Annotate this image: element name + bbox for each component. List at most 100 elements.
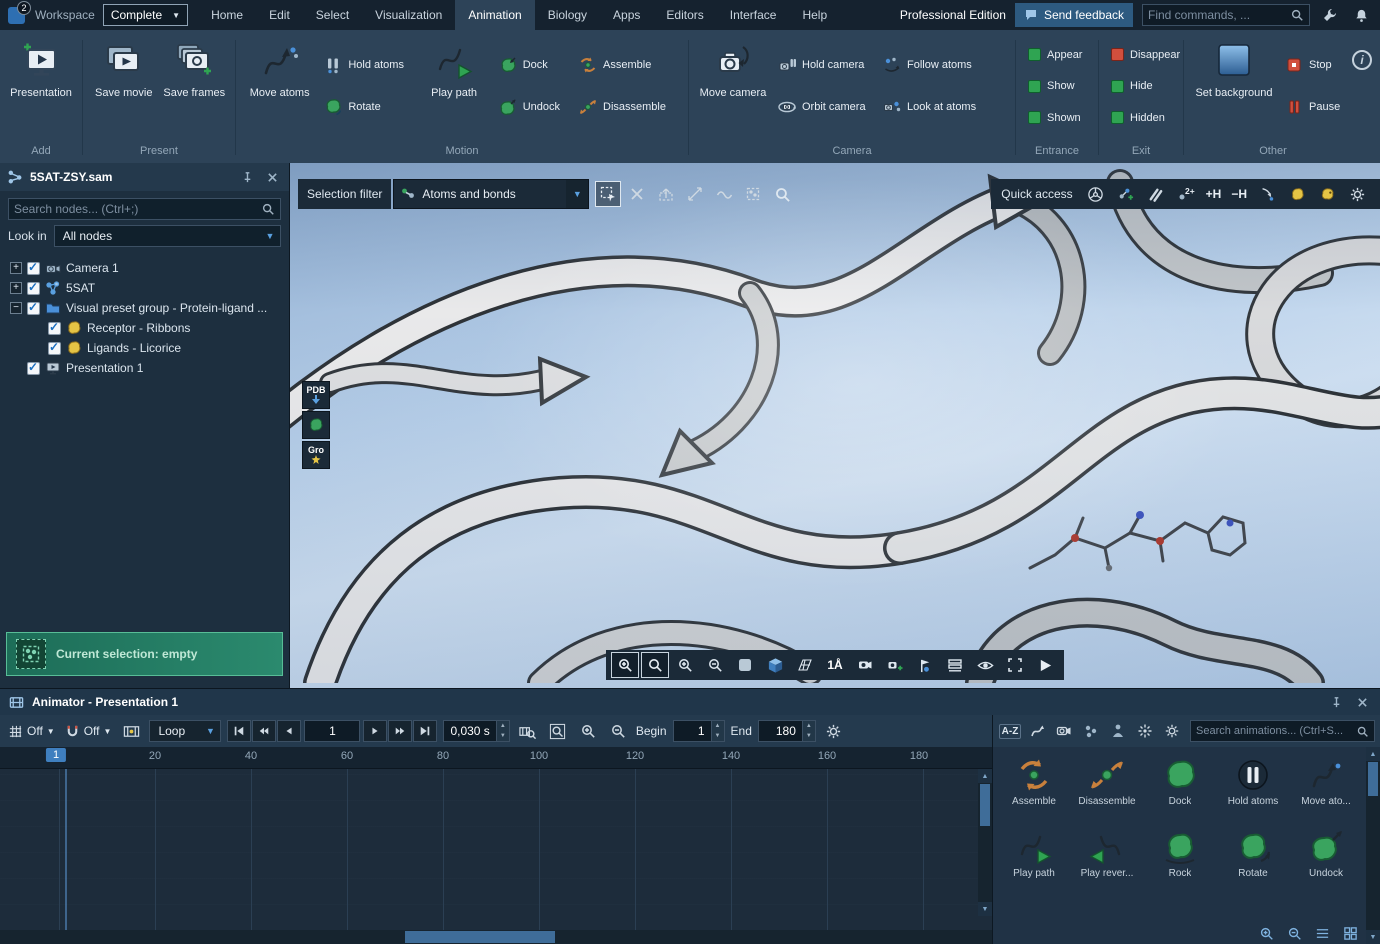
spin-up-icon[interactable]: ▲ [803, 721, 815, 731]
fullscreen-icon[interactable] [1001, 652, 1029, 678]
tree-item-receptor-ribbons[interactable]: Receptor - Ribbons [0, 318, 289, 338]
camera-category-icon[interactable] [1052, 719, 1076, 743]
animation-tile-undock[interactable]: Undock [1291, 825, 1361, 895]
move-atoms-button[interactable]: Move atoms [243, 35, 316, 143]
search-animations-input[interactable] [1196, 725, 1356, 737]
disassemble-button[interactable]: Disassemble [574, 95, 681, 119]
pdb-download-button[interactable]: PDB [302, 381, 330, 409]
fast-forward-button[interactable] [388, 720, 412, 742]
visibility-checkbox[interactable] [48, 342, 61, 355]
presentation-button[interactable]: Presentation [7, 35, 75, 143]
play-presentation-icon[interactable] [1031, 652, 1059, 678]
library-zoom-in-icon[interactable] [1254, 921, 1278, 944]
snap-mode-dropdown[interactable]: Off ▼ [63, 724, 114, 739]
zoom-out-icon[interactable] [701, 652, 729, 678]
close-icon[interactable] [1353, 693, 1371, 711]
zoom-in-icon[interactable] [671, 652, 699, 678]
visibility-checkbox[interactable] [27, 262, 40, 275]
steering-wheel-icon[interactable] [1083, 181, 1109, 207]
step-back-button[interactable] [277, 720, 301, 742]
look-in-select[interactable]: All nodes ▼ [54, 225, 281, 247]
selection-filter-select[interactable]: Atoms and bonds ▼ [393, 179, 589, 209]
disappear-button[interactable]: Disappear [1106, 43, 1176, 67]
search-nodes-input[interactable] [14, 202, 261, 216]
preset-duck-icon[interactable] [1284, 181, 1310, 207]
grid-plane-icon[interactable] [791, 652, 819, 678]
workspace-select[interactable]: Complete ▼ [103, 4, 188, 26]
view-cube-icon[interactable] [761, 652, 789, 678]
tree-item-presentation-1[interactable]: Presentation 1 [0, 358, 289, 378]
expand-selection-icon[interactable] [682, 181, 708, 207]
animation-tile-play-path[interactable]: Play path [999, 825, 1069, 895]
animation-tile-rotate[interactable]: Rotate [1218, 825, 1288, 895]
visibility-checkbox[interactable] [27, 362, 40, 375]
skip-to-end-button[interactable] [413, 720, 437, 742]
tree-item-visual-preset-group[interactable]: − Visual preset group - Protein-ligand .… [0, 298, 289, 318]
viewport-3d[interactable]: Selection filter Atoms and bonds ▼ Qu [290, 163, 1380, 688]
visibility-checkbox[interactable] [27, 302, 40, 315]
presenter-category-icon[interactable] [1106, 719, 1130, 743]
layers-icon[interactable] [941, 652, 969, 678]
pin-icon[interactable] [238, 168, 256, 186]
app-icon[interactable]: 2 [8, 7, 25, 24]
scrollbar-thumb[interactable] [980, 784, 990, 826]
library-settings-gear-icon[interactable] [1160, 719, 1184, 743]
select-tool-icon[interactable] [595, 181, 621, 207]
current-frame-marker[interactable]: 1 [46, 748, 66, 762]
library-vertical-scrollbar[interactable]: ▲ ▼ [1366, 747, 1380, 944]
scrollbar-thumb[interactable] [1368, 762, 1378, 796]
undock-button[interactable]: Undock [494, 95, 571, 119]
minimize-icon[interactable] [1254, 181, 1280, 207]
visibility-checkbox[interactable] [48, 322, 61, 335]
menu-biology[interactable]: Biology [535, 0, 600, 30]
animation-tile-hold-atoms[interactable]: Hold atoms [1218, 753, 1288, 823]
begin-frame-spinner[interactable]: 1 ▲▼ [673, 720, 725, 742]
animation-tile-assemble[interactable]: Assemble [999, 753, 1069, 823]
atoms-category-icon[interactable] [1079, 719, 1103, 743]
set-background-button[interactable]: Set background [1191, 35, 1277, 143]
tree-item-camera-1[interactable]: + Camera 1 [0, 258, 289, 278]
grid-view-icon[interactable] [1338, 921, 1362, 944]
scroll-down-icon[interactable]: ▼ [978, 902, 992, 916]
keyframe-track-icon[interactable] [119, 719, 143, 743]
sort-az-button[interactable]: A-Z [998, 719, 1022, 743]
assemble-button[interactable]: Assemble [574, 53, 681, 77]
look-at-atoms-button[interactable]: Look at atoms [878, 95, 990, 119]
menu-interface[interactable]: Interface [717, 0, 790, 30]
scale-indicator[interactable]: 1Å [821, 652, 849, 678]
visibility-checkbox[interactable] [27, 282, 40, 295]
follow-atoms-button[interactable]: Follow atoms [878, 53, 990, 77]
select-up-icon[interactable] [653, 181, 679, 207]
animator-settings-gear-icon[interactable] [822, 719, 846, 743]
preset-duck-alt-icon[interactable] [1314, 181, 1340, 207]
menu-edit[interactable]: Edit [256, 0, 303, 30]
frame-duration-spinner[interactable]: 0,030 s ▲▼ [443, 720, 509, 742]
gromacs-button[interactable]: Gro [302, 441, 330, 469]
zoom-select-icon[interactable] [611, 652, 639, 678]
end-frame-spinner[interactable]: 180 ▲▼ [758, 720, 816, 742]
charge-icon[interactable]: 2+ [1173, 181, 1199, 207]
menu-animation[interactable]: Animation [455, 0, 534, 30]
show-button[interactable]: Show [1023, 74, 1091, 98]
timeline-zoom-in-icon[interactable] [576, 719, 600, 743]
menu-select[interactable]: Select [303, 0, 362, 30]
deselect-icon[interactable] [624, 181, 650, 207]
expand-icon[interactable]: + [10, 282, 22, 294]
eye-icon[interactable] [971, 652, 999, 678]
pin-icon[interactable] [1327, 693, 1345, 711]
animation-tile-play-reverse[interactable]: Play rever... [1072, 825, 1142, 895]
spin-up-icon[interactable]: ▲ [497, 721, 509, 731]
appear-button[interactable]: Appear [1023, 43, 1091, 67]
hold-atoms-button[interactable]: Hold atoms [319, 53, 414, 77]
zoom-region-icon[interactable] [641, 652, 669, 678]
search-selection-icon[interactable] [769, 181, 795, 207]
move-camera-button[interactable]: Move camera [696, 35, 770, 143]
timeline-ruler[interactable]: 1 20 40 60 80 100 120 140 160 180 [0, 747, 992, 769]
expand-icon[interactable]: + [10, 262, 22, 274]
current-frame-field[interactable]: 1 [304, 720, 360, 742]
collapse-icon[interactable]: − [10, 302, 22, 314]
animation-tile-move-atoms[interactable]: Move ato... [1291, 753, 1361, 823]
dock-button[interactable]: Dock [494, 53, 571, 77]
play-path-button[interactable]: Play path [417, 35, 490, 143]
animation-tile-dock[interactable]: Dock [1145, 753, 1215, 823]
